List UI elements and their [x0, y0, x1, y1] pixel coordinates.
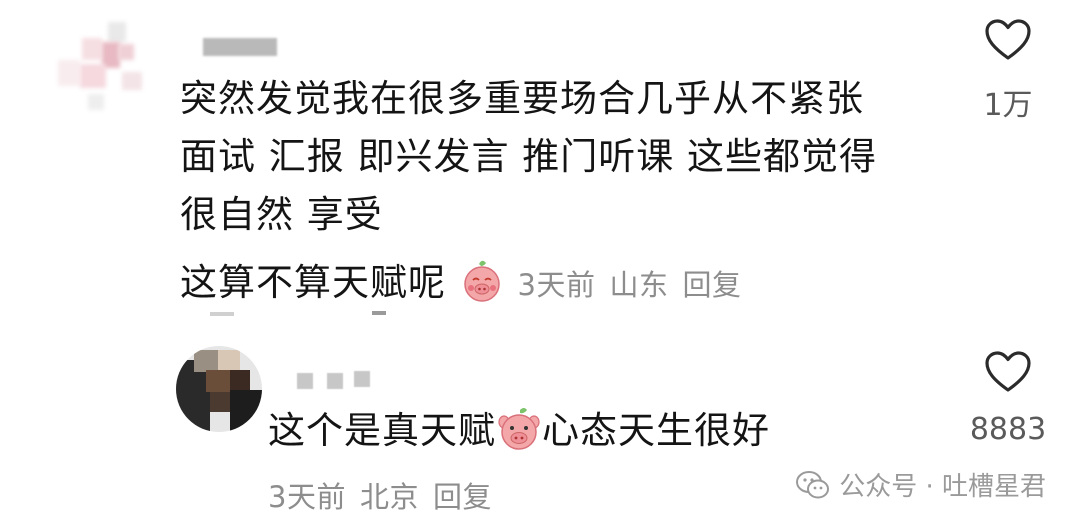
timestamp: 3天前	[517, 268, 596, 302]
watermark: 公众号 · 吐槽星君	[795, 466, 1046, 503]
pig-face-emoji-icon	[464, 260, 500, 302]
comment-line: 面试 汇报 即兴发言 推门听课 这些都觉得	[180, 135, 878, 178]
comment-line: 这算不算天赋呢	[180, 261, 446, 304]
username[interactable]	[203, 38, 277, 56]
reply-body: 这个是真天赋 心态天生很好	[268, 404, 770, 458]
avatar[interactable]	[52, 16, 164, 128]
comment-meta: 3天前 北京 回复	[268, 474, 506, 516]
comment-meta: 3天前 山东 回复	[518, 268, 756, 302]
reply-button[interactable]: 回复	[683, 268, 742, 302]
like-count: 8883	[969, 412, 1047, 447]
comment-text-part: 心态天生很好	[542, 409, 770, 452]
comment-thread: 突然发觉我在很多重要场合几乎从不紧张 面试 汇报 即兴发言 推门听课 这些都觉得…	[0, 0, 1080, 528]
watermark-text: 公众号 · 吐槽星君	[839, 472, 1046, 502]
location: 北京	[359, 480, 419, 514]
like-count: 1万	[983, 88, 1033, 123]
wechat-icon	[796, 470, 830, 498]
avatar[interactable]	[176, 346, 262, 432]
pig-face-emoji-icon	[498, 407, 540, 450]
reply-button[interactable]: 回复	[433, 480, 492, 514]
location: 山东	[609, 268, 669, 302]
comment-last-line: 这算不算天赋呢 3天前 山东 回复	[180, 256, 756, 312]
heart-outline-icon[interactable]	[984, 350, 1032, 394]
heart-outline-icon[interactable]	[984, 18, 1032, 62]
timestamp: 3天前	[268, 480, 346, 514]
comment-line: 很自然 享受	[180, 193, 383, 236]
comment-line: 突然发觉我在很多重要场合几乎从不紧张	[180, 77, 864, 120]
comment-text-part: 这个是真天赋	[268, 409, 496, 452]
